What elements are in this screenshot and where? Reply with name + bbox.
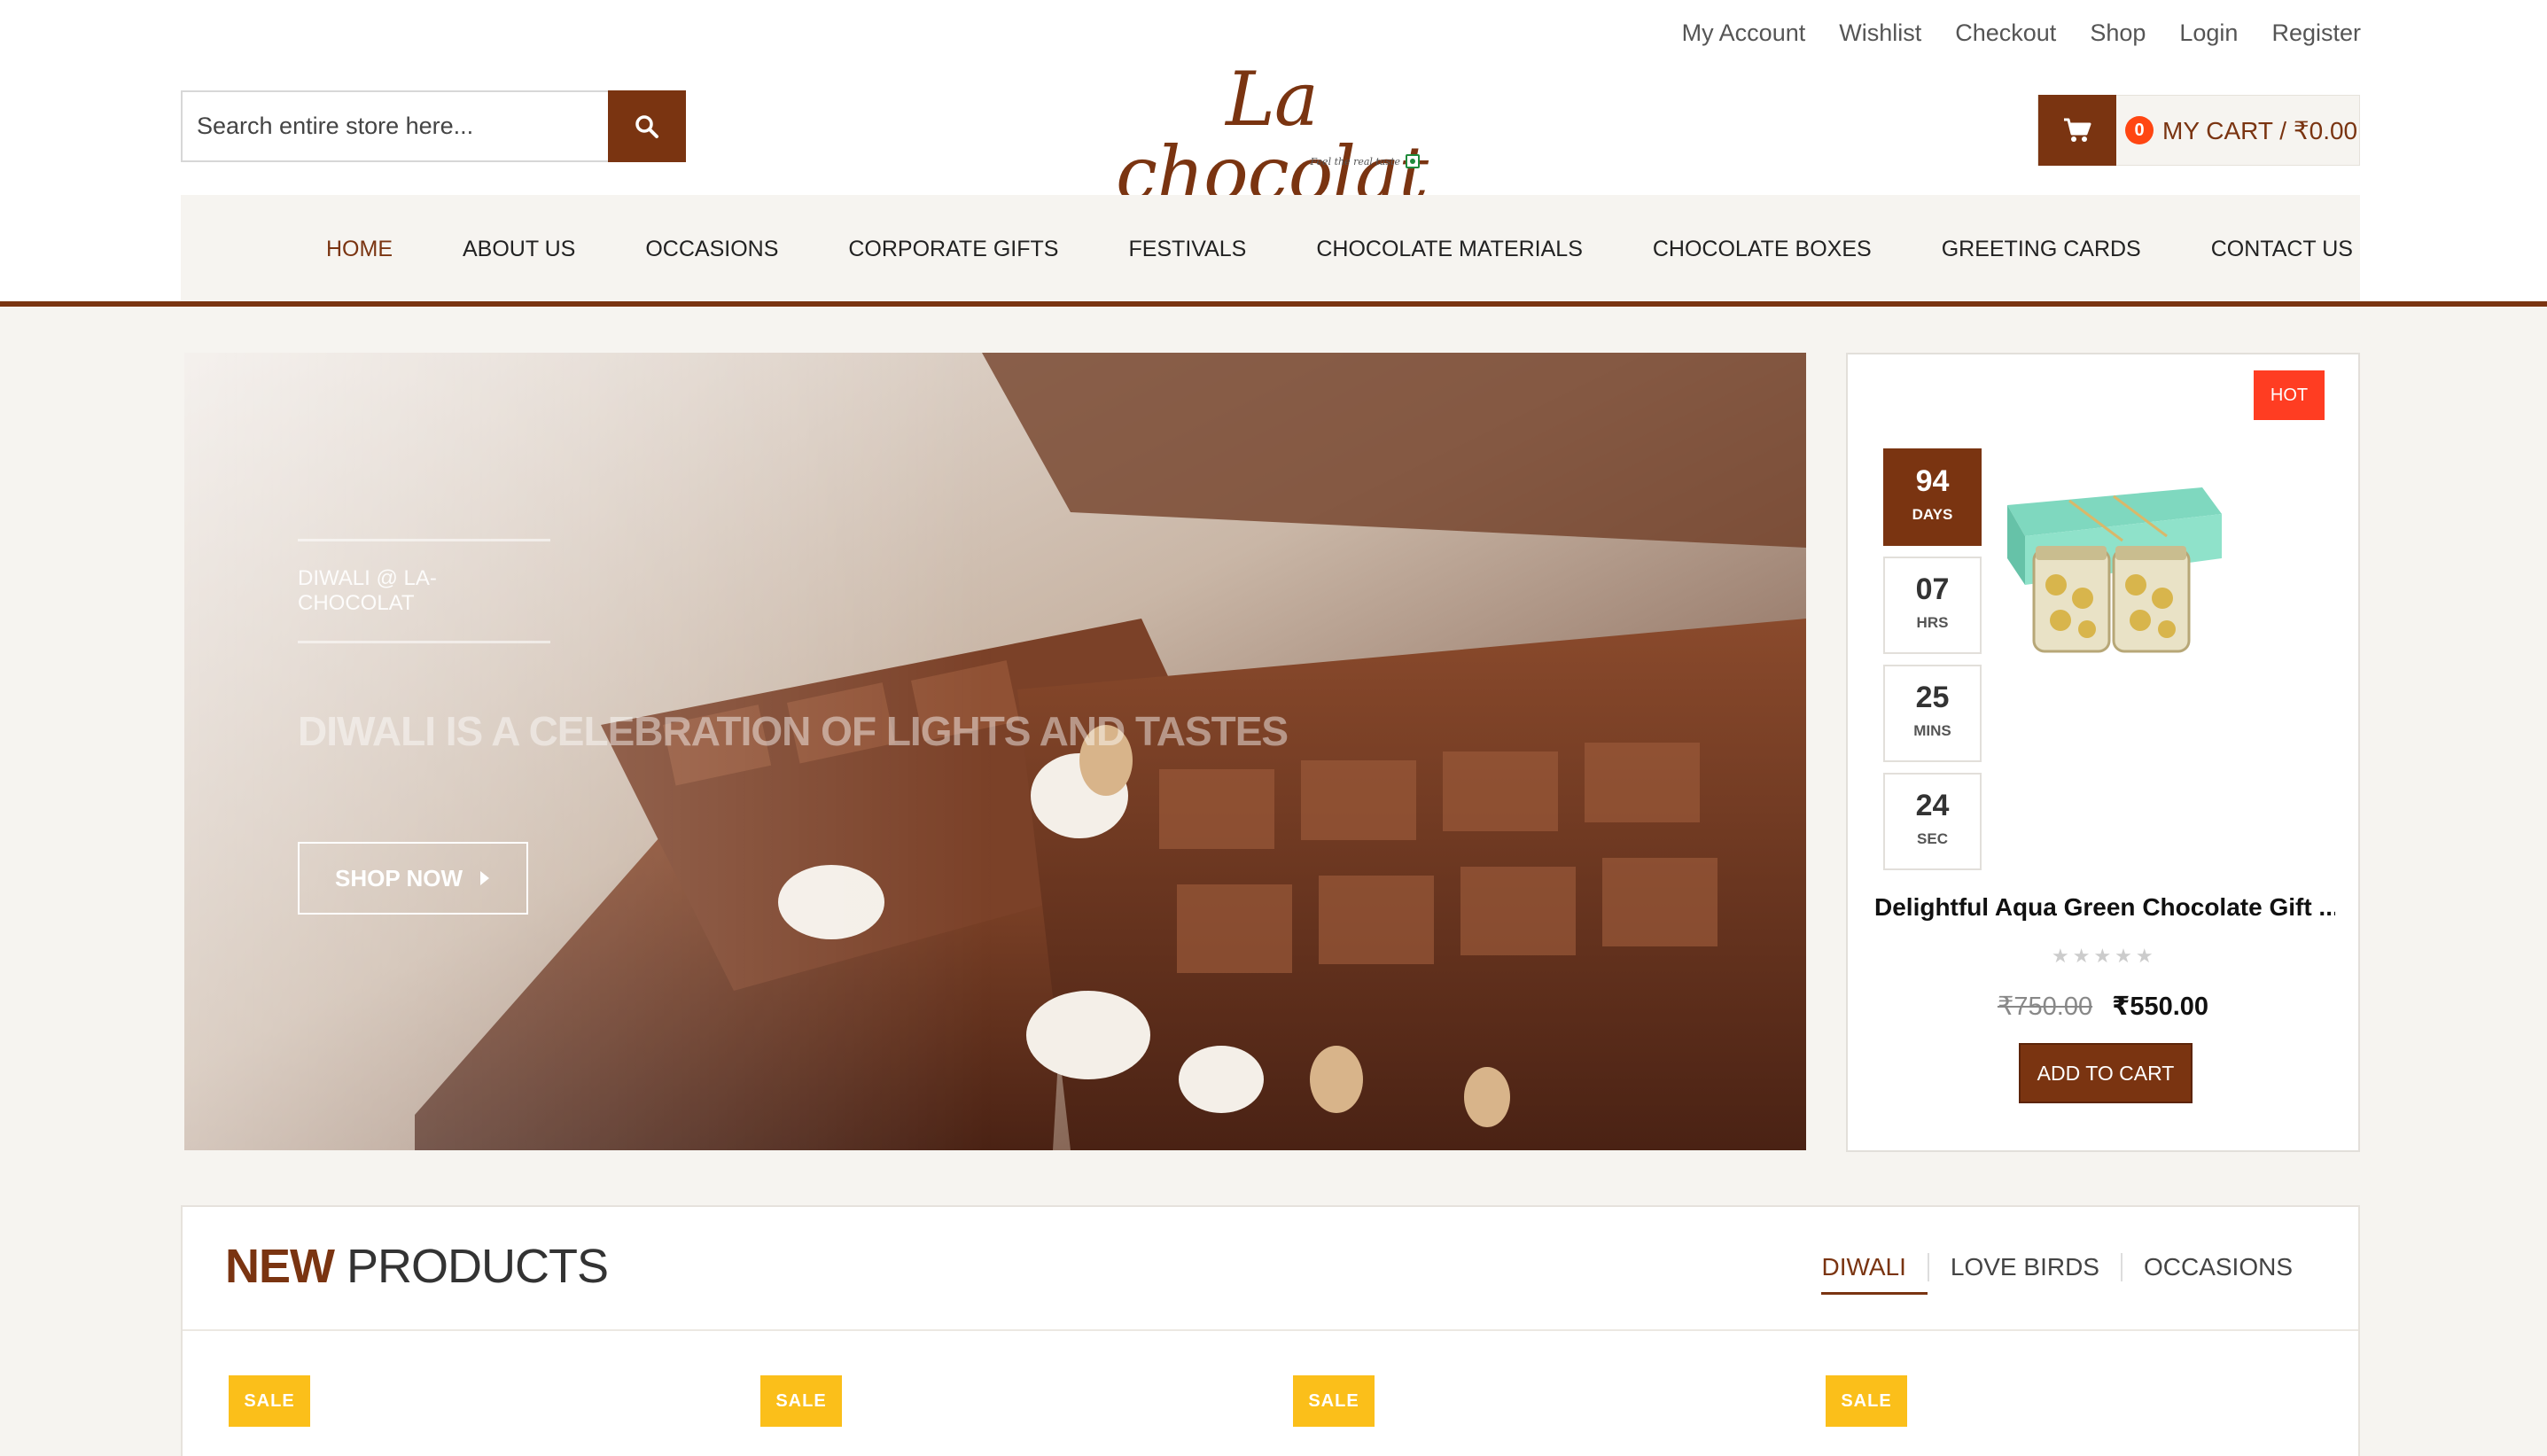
mini-cart[interactable]: 0 MY CART / ₹0.00 <box>2037 95 2360 166</box>
shop-now-button[interactable]: SHOP NOW <box>298 842 528 915</box>
tab-diwali[interactable]: DIWALI <box>1821 1253 1928 1295</box>
product-image[interactable] <box>1990 452 2238 665</box>
main-nav: HOME ABOUT US OCCASIONS CORPORATE GIFTS … <box>181 195 2360 303</box>
add-to-cart-button[interactable]: ADD TO CART <box>2019 1043 2193 1103</box>
nav-festivals[interactable]: FESTIVALS <box>1128 237 1246 262</box>
hero-kicker: DIWALI @ LA-CHOCOLAT <box>298 539 550 643</box>
countdown-secs: 24 SEC <box>1883 773 1982 870</box>
site-logo[interactable]: La chocolat Feel the real taste <box>1108 62 1436 211</box>
logo-tagline: Feel the real taste <box>1310 156 1400 167</box>
register-link[interactable]: Register <box>2271 19 2361 47</box>
search-input[interactable] <box>181 90 608 162</box>
nav-greeting-cards[interactable]: GREETING CARDS <box>1942 237 2141 262</box>
hot-deal-widget: HOT 94 DAYS 07 HRS 25 MINS 24 SEC Deligh… <box>1846 353 2360 1152</box>
countdown-days-value: 94 <box>1915 464 1950 498</box>
countdown-hours-label: HRS <box>1916 614 1949 631</box>
countdown-mins: 25 MINS <box>1883 665 1982 762</box>
login-link[interactable]: Login <box>2179 19 2238 47</box>
sale-badge: SALE <box>760 1375 842 1427</box>
section-title-bold: NEW <box>225 1240 335 1293</box>
nav-occasions[interactable]: OCCASIONS <box>645 237 778 262</box>
nav-contact-us[interactable]: CONTACT US <box>2211 237 2353 262</box>
search-bar <box>181 90 686 162</box>
deal-prices: ₹750.00 ₹550.00 <box>1848 991 2358 1022</box>
rating-stars: ★★★★★ <box>2052 945 2157 967</box>
countdown-secs-label: SEC <box>1917 830 1948 847</box>
hero-title: DIWALI IS A CELEBRATION OF LIGHTS AND TA… <box>298 708 1289 754</box>
cart-count-badge: 0 <box>2125 116 2154 144</box>
wishlist-link[interactable]: Wishlist <box>1839 19 1921 47</box>
nav-divider <box>0 301 2547 307</box>
shop-link[interactable]: Shop <box>2090 19 2146 47</box>
old-price: ₹750.00 <box>1997 993 2093 1021</box>
nav-home[interactable]: HOME <box>326 237 393 262</box>
nav-chocolate-boxes[interactable]: CHOCOLATE BOXES <box>1653 237 1872 262</box>
nav-about-us[interactable]: ABOUT US <box>463 237 575 262</box>
search-icon <box>635 114 658 138</box>
hot-badge: HOT <box>2254 370 2325 420</box>
countdown-hours: 07 HRS <box>1883 557 1982 654</box>
caret-right-icon <box>479 871 489 885</box>
countdown-mins-value: 25 <box>1915 681 1950 714</box>
hero-kicker-text: DIWALI @ LA-CHOCOLAT <box>298 566 437 615</box>
search-button[interactable] <box>608 90 686 162</box>
countdown-mins-label: MINS <box>1913 722 1951 739</box>
hero-slider[interactable]: DIWALI @ LA-CHOCOLAT DIWALI IS A CELEBRA… <box>184 353 1806 1150</box>
tab-occasions[interactable]: OCCASIONS <box>2120 1253 2314 1281</box>
sale-price: ₹550.00 <box>2112 993 2209 1021</box>
cart-icon <box>2064 118 2091 142</box>
my-account-link[interactable]: My Account <box>1682 19 1806 47</box>
sale-badge: SALE <box>1826 1375 1907 1427</box>
tab-love-birds[interactable]: LOVE BIRDS <box>1927 1253 2121 1281</box>
countdown-days-label: DAYS <box>1912 506 1953 523</box>
new-products-section: NEW PRODUCTS DIWALI LOVE BIRDS OCCASIONS… <box>181 1205 2360 1456</box>
top-links: My Account Wishlist Checkout Shop Login … <box>1682 19 2361 47</box>
checkout-link[interactable]: Checkout <box>1955 19 2056 47</box>
deal-product-name[interactable]: Delightful Aqua Green Chocolate Gift ... <box>1874 893 2335 922</box>
logo-text: La chocolat <box>1115 56 1429 217</box>
section-title: NEW PRODUCTS <box>225 1239 609 1294</box>
veg-mark-icon <box>1406 154 1420 168</box>
nav-corporate-gifts[interactable]: CORPORATE GIFTS <box>848 237 1058 262</box>
product-tabs: DIWALI LOVE BIRDS OCCASIONS <box>1821 1253 2314 1295</box>
sale-badge: SALE <box>1293 1375 1375 1427</box>
countdown-secs-value: 24 <box>1915 789 1950 822</box>
sale-badge: SALE <box>229 1375 310 1427</box>
shop-now-label: SHOP NOW <box>335 864 463 892</box>
hero-kicker-line-top <box>298 539 550 541</box>
countdown-hours-value: 07 <box>1915 572 1950 606</box>
cart-icon-box <box>2038 95 2116 166</box>
section-title-rest: PRODUCTS <box>333 1240 609 1293</box>
countdown-days: 94 DAYS <box>1883 448 1982 546</box>
nav-chocolate-materials[interactable]: CHOCOLATE MATERIALS <box>1316 237 1583 262</box>
new-products-header: NEW PRODUCTS DIWALI LOVE BIRDS OCCASIONS <box>183 1207 2358 1331</box>
cart-label: MY CART / ₹0.00 <box>2162 116 2358 144</box>
hero-kicker-line-bottom <box>298 641 550 643</box>
